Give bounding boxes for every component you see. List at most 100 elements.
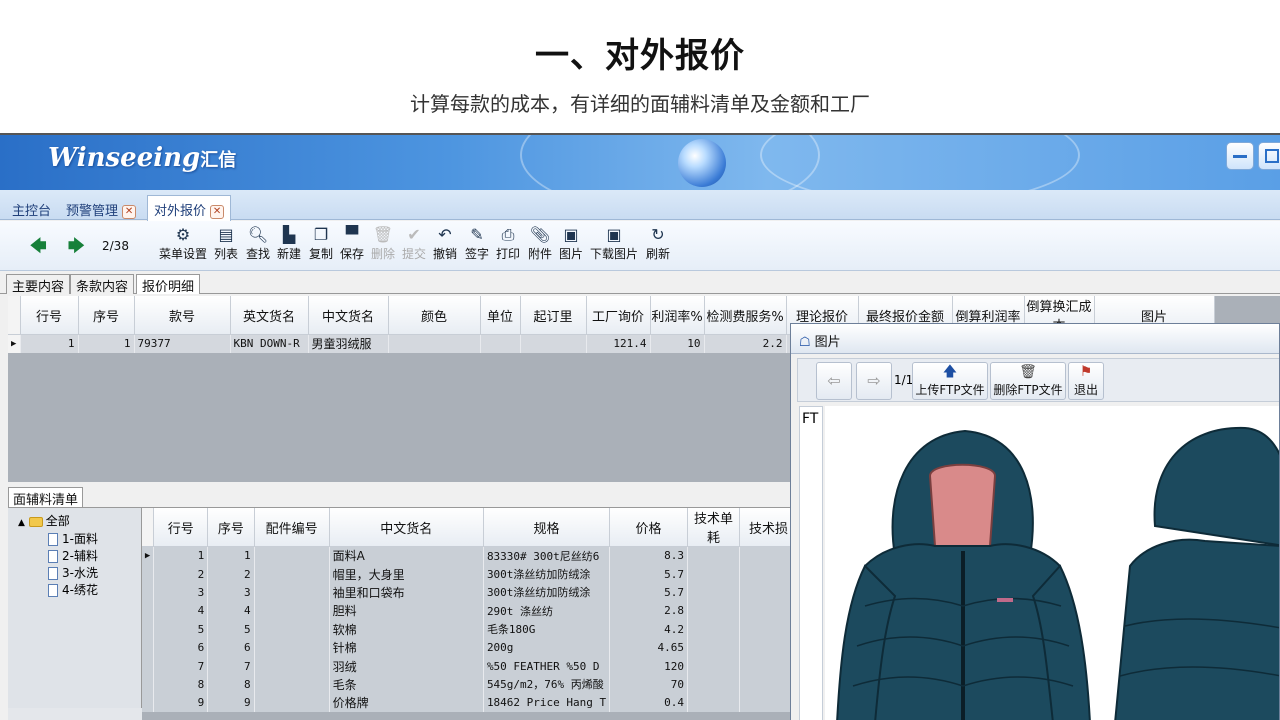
toolbar-button-0[interactable]: ⚙ 菜单设置	[158, 225, 208, 262]
prev-image-icon[interactable]: ⇦	[816, 362, 852, 400]
table-cell[interactable]	[739, 638, 798, 657]
table-cell[interactable]	[687, 583, 741, 602]
table-cell[interactable]: 1	[78, 334, 135, 353]
table-cell[interactable]: 2	[153, 564, 209, 584]
table-row[interactable]: 2 2 帽里，大身里 300t涤丝纺加防绒涂 5.7	[142, 564, 798, 584]
tree-item[interactable]: 2-辅料	[48, 547, 98, 564]
close-icon[interactable]: ✕	[122, 204, 137, 219]
subtab-terms[interactable]: 条款内容	[70, 274, 135, 295]
toolbar-button-8[interactable]: ↶ 撤销	[431, 225, 459, 262]
column-header[interactable]: 行号	[153, 508, 209, 547]
table-cell[interactable]	[254, 546, 330, 565]
table-cell[interactable]: 0.4	[609, 693, 688, 713]
table-row[interactable]: 7 7 羽绒 %50 FEATHER %50 D 120	[142, 656, 798, 676]
table-cell[interactable]: 7	[207, 656, 255, 676]
row-selector-icon[interactable]	[142, 656, 155, 676]
table-cell[interactable]	[687, 675, 741, 694]
table-cell[interactable]: 300t涤丝纺加防绒涂	[483, 564, 611, 584]
close-icon[interactable]: ✕	[210, 204, 225, 219]
row-selector-icon[interactable]	[142, 638, 155, 657]
table-cell[interactable]	[388, 334, 481, 353]
toolbar-button-7[interactable]: ✔ 提交	[400, 225, 428, 262]
toolbar-button-3[interactable]: ▙ 新建	[275, 225, 303, 262]
table-cell[interactable]: 200g	[483, 638, 611, 657]
table-cell[interactable]	[739, 601, 798, 621]
table-cell[interactable]: 83330# 300t尼丝纺6	[483, 546, 611, 565]
toolbar-button-9[interactable]: ✎ 签字	[463, 225, 491, 262]
table-cell[interactable]: 1	[207, 546, 255, 565]
column-header[interactable]: 价格	[609, 508, 688, 547]
column-header[interactable]: 技术损	[739, 508, 798, 547]
column-header[interactable]: 英文货名	[230, 296, 309, 335]
table-cell[interactable]: 4.65	[609, 638, 688, 657]
table-cell[interactable]: 1	[153, 546, 209, 565]
row-selector-icon[interactable]	[142, 620, 155, 639]
column-header[interactable]: 配件编号	[254, 508, 330, 547]
table-row[interactable]: 8 8 毛条 545g/m2，76% 丙烯酸 70	[142, 675, 798, 694]
table-cell[interactable]: %50 FEATHER %50 D	[483, 656, 611, 676]
column-header[interactable]: 检测费服务%	[704, 296, 787, 335]
tab-external-quote[interactable]: 对外报价 ✕	[147, 195, 232, 221]
table-cell[interactable]: 5.7	[609, 583, 688, 602]
table-cell[interactable]: 软棉	[329, 620, 484, 639]
table-cell[interactable]: 545g/m2，76% 丙烯酸	[483, 675, 611, 694]
bom-tab[interactable]: 面辅料清单	[8, 487, 84, 508]
column-header[interactable]: 款号	[134, 296, 231, 335]
table-cell[interactable]	[739, 564, 798, 584]
prev-record-icon[interactable]: 🡄	[30, 235, 47, 262]
maximize-button[interactable]	[1258, 142, 1280, 170]
minimize-button[interactable]	[1226, 142, 1254, 170]
tab-main-console[interactable]: 主控台	[6, 196, 57, 220]
table-cell[interactable]: 8.3	[609, 546, 688, 565]
table-cell[interactable]: 8	[153, 675, 209, 694]
tree-item[interactable]: 3-水洗	[48, 564, 98, 581]
table-cell[interactable]	[687, 638, 741, 657]
ftp-path-field[interactable]: FT	[799, 406, 823, 720]
table-row[interactable]: 9 9 价格牌 18462 Price Hang T 0.4	[142, 693, 798, 713]
table-cell[interactable]	[739, 656, 798, 676]
table-cell[interactable]: 5	[153, 620, 209, 639]
table-cell[interactable]: 针棉	[329, 638, 484, 657]
tree-item[interactable]: 1-面料	[48, 530, 98, 547]
table-cell[interactable]: 18462 Price Hang T	[483, 693, 611, 713]
table-cell[interactable]	[739, 583, 798, 602]
table-cell[interactable]: 9	[153, 693, 209, 713]
row-selector-icon[interactable]	[142, 675, 155, 694]
table-cell[interactable]: 6	[207, 638, 255, 657]
table-cell[interactable]	[254, 564, 330, 584]
column-header[interactable]: 工厂询价	[586, 296, 651, 335]
column-header[interactable]: 技术单耗	[687, 508, 741, 547]
table-cell[interactable]: 120	[609, 656, 688, 676]
toolbar-button-1[interactable]: ▤ 列表	[212, 225, 240, 262]
table-cell[interactable]: 7	[153, 656, 209, 676]
column-header[interactable]: 单位	[480, 296, 521, 335]
column-header[interactable]: 序号	[207, 508, 255, 547]
row-selector-icon[interactable]: ▶	[8, 334, 21, 353]
toolbar-button-11[interactable]: 📎︎ 附件	[526, 225, 554, 262]
table-cell[interactable]	[687, 620, 741, 639]
table-cell[interactable]: 3	[153, 583, 209, 602]
column-header[interactable]: 起订里	[520, 296, 587, 335]
table-row[interactable]: 3 3 袖里和口袋布 300t涤丝纺加防绒涂 5.7	[142, 583, 798, 602]
table-cell[interactable]: 价格牌	[329, 693, 484, 713]
row-selector-icon[interactable]: ▶	[142, 546, 155, 565]
table-cell[interactable]: 袖里和口袋布	[329, 583, 484, 602]
column-header[interactable]: 利润率%	[650, 296, 705, 335]
next-image-icon[interactable]: ⇨	[856, 362, 892, 400]
toolbar-button-2[interactable]: 🔍︎ 查找	[244, 225, 272, 262]
table-cell[interactable]	[480, 334, 521, 353]
table-row[interactable]: ▶ 1 1 面料A 83330# 300t尼丝纺6 8.3	[142, 546, 798, 565]
table-cell[interactable]	[254, 656, 330, 676]
table-cell[interactable]: KBN DOWN-R	[230, 334, 309, 353]
table-cell[interactable]: 2.8	[609, 601, 688, 621]
table-cell[interactable]: 4	[207, 601, 255, 621]
table-cell[interactable]: 6	[153, 638, 209, 657]
table-cell[interactable]: 5.7	[609, 564, 688, 584]
column-header[interactable]: 规格	[483, 508, 611, 547]
table-cell[interactable]: 帽里，大身里	[329, 564, 484, 584]
table-cell[interactable]	[254, 675, 330, 694]
upload-ftp-button[interactable]: 🡅 上传FTP文件	[912, 362, 988, 400]
table-cell[interactable]: 10	[650, 334, 705, 353]
table-row[interactable]: 4 4 胆料 290t 涤丝纺 2.8	[142, 601, 798, 621]
table-cell[interactable]: 4	[153, 601, 209, 621]
